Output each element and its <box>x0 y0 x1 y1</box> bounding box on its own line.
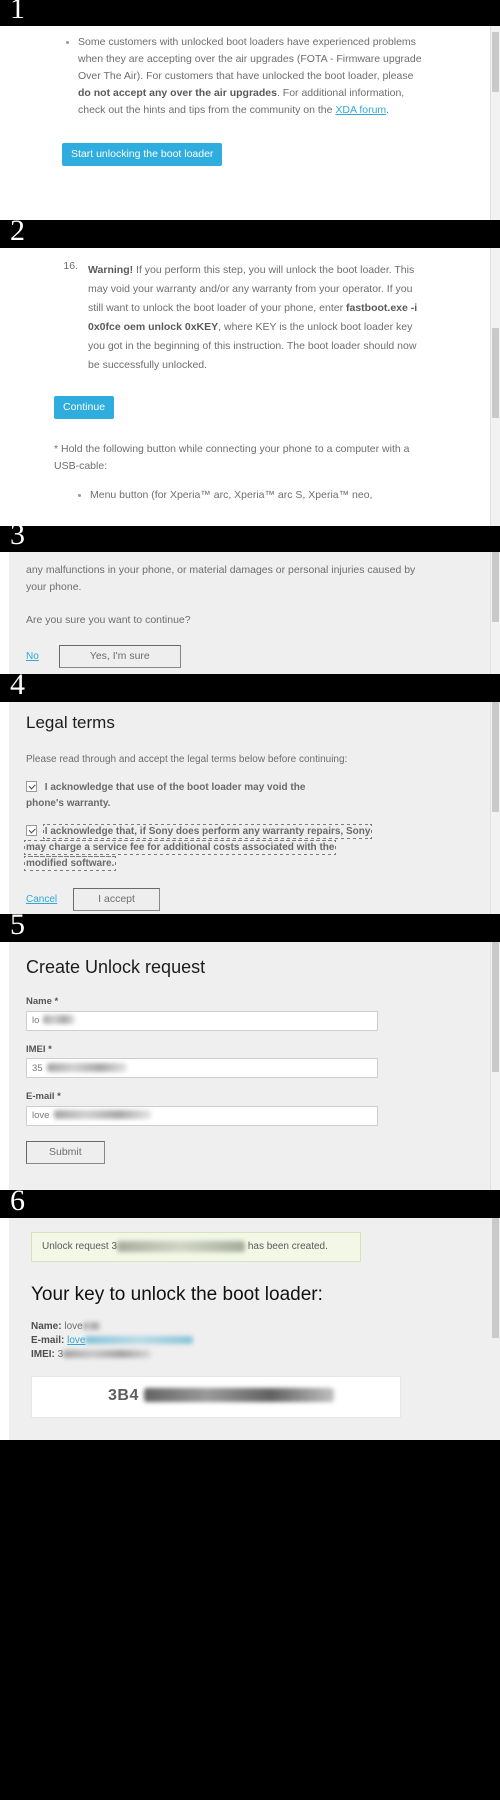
acknowledge-service-fee-checkbox[interactable] <box>26 825 37 836</box>
result-imei-redaction <box>63 1350 152 1359</box>
i-accept-button[interactable]: I accept <box>73 888 160 911</box>
confirm-paragraph-1: any malfunctions in your phone, or mater… <box>26 564 416 593</box>
unlock-key-title: Your key to unlock the boot loader: <box>31 1284 323 1305</box>
step-separator-5: 5 <box>0 910 500 942</box>
panel4-left-edge <box>0 702 9 914</box>
unlock-request-created-notice: Unlock request 3 has been created. <box>31 1232 361 1262</box>
fota-bold-warning: do not accept any over the air upgrades <box>78 87 277 99</box>
submit-button[interactable]: Submit <box>26 1140 105 1164</box>
email-redaction <box>54 1110 151 1119</box>
result-row-imei: IMEI: 3 <box>31 1348 431 1362</box>
usb-footnote: * Hold the following button while connec… <box>54 443 410 472</box>
fota-bullet-list: Some customers with unlocked boot loader… <box>62 34 428 119</box>
panel1-scroll-thumb[interactable] <box>492 32 499 92</box>
unlock-key-value: 3B4 <box>108 1387 139 1404</box>
step-16-number: 16. <box>63 260 78 272</box>
hold-button-list: Menu button (for Xperia™ arc, Xperia™ ar… <box>54 487 426 504</box>
panel5-scrollbar[interactable] <box>490 942 500 1190</box>
panel1-left-edge <box>0 26 9 220</box>
step-16-text: Warning! If you perform this step, you w… <box>88 264 417 371</box>
unlock-key-redaction <box>144 1388 334 1402</box>
name-field-label: Name * <box>26 996 59 1007</box>
step-separator-3: 3 <box>0 520 500 552</box>
legal-term-1-label: I acknowledge that use of the boot loade… <box>26 782 306 809</box>
panel6-left-edge <box>0 1218 9 1440</box>
start-unlocking-button[interactable]: Start unlocking the boot loader <box>62 143 223 166</box>
panel1-scrollbar[interactable] <box>490 26 500 220</box>
result-name-redaction <box>82 1322 101 1331</box>
legal-term-2-label: I acknowledge that, if Sony does perform… <box>23 824 373 871</box>
fota-text-part3: . <box>386 104 390 116</box>
panel5-left-edge <box>0 942 9 1190</box>
step-number-5: 5 <box>10 908 25 941</box>
fota-text-part1: Some customers with unlocked boot loader… <box>78 36 422 82</box>
panel2-scroll-thumb[interactable] <box>492 328 499 418</box>
result-name-value: love <box>64 1321 83 1332</box>
step-number-2: 2 <box>10 214 25 247</box>
name-redaction <box>43 1015 75 1024</box>
unlock-key-box[interactable]: 3B4 <box>31 1376 401 1418</box>
imei-redaction <box>47 1062 127 1072</box>
panel4-scrollbar[interactable] <box>490 702 500 914</box>
continue-button[interactable]: Continue <box>54 396 115 419</box>
panel-6-unlock-key-result: Unlock request 3 has been created. Your … <box>0 1218 500 1440</box>
name-input[interactable] <box>26 1010 378 1031</box>
panel-4-legal-terms: Legal terms Please read through and acce… <box>0 702 500 914</box>
step-separator-6: 6 <box>0 1186 500 1218</box>
legal-term-row-1: I acknowledge that use of the boot loade… <box>26 780 326 812</box>
legal-terms-title: Legal terms <box>26 713 115 732</box>
panel-3-confirm-dialog: any malfunctions in your phone, or mater… <box>0 552 500 674</box>
instruction-step-list: 16. Warning! If you perform this step, y… <box>54 260 426 374</box>
yes-im-sure-button[interactable]: Yes, I'm sure <box>58 645 181 668</box>
step-number-6: 6 <box>10 1184 25 1217</box>
panel3-scrollbar[interactable] <box>490 552 500 674</box>
step-number-3: 3 <box>10 518 25 551</box>
notice-prefix: Unlock request 3 <box>42 1241 118 1252</box>
acknowledge-warranty-checkbox[interactable] <box>26 781 37 792</box>
list-item: Some customers with unlocked boot loader… <box>62 34 428 119</box>
list-item: Menu button (for Xperia™ arc, Xperia™ ar… <box>74 487 426 504</box>
notice-suffix: has been created. <box>245 1241 328 1252</box>
list-item: 16. Warning! If you perform this step, y… <box>54 260 426 374</box>
panel4-scroll-thumb[interactable] <box>492 702 499 812</box>
panel2-left-edge <box>0 248 9 526</box>
result-row-name: Name: love <box>31 1320 431 1334</box>
result-name-label: Name: <box>31 1321 62 1332</box>
panel-1-warning-bullets: Some customers with unlocked boot loader… <box>0 26 500 220</box>
create-unlock-request-title: Create Unlock request <box>26 957 206 977</box>
panel3-left-edge <box>0 552 9 674</box>
result-imei-label: IMEI: <box>31 1349 55 1360</box>
panel-5-create-unlock-request: Create Unlock request Name * IMEI * E-ma… <box>0 942 500 1190</box>
panel6-scroll-thumb[interactable] <box>492 1218 499 1338</box>
panel2-scrollbar[interactable] <box>490 248 500 526</box>
panel5-scroll-thumb[interactable] <box>492 942 499 1072</box>
xda-forum-link[interactable]: XDA forum <box>335 104 386 116</box>
legal-terms-intro: Please read through and accept the legal… <box>26 754 348 765</box>
result-email-label: E-mail: <box>31 1335 65 1346</box>
imei-field-label: IMEI * <box>26 1043 52 1055</box>
result-email-redaction <box>85 1336 194 1345</box>
bottom-black-area <box>0 1440 500 1800</box>
step-separator-4: 4 <box>0 670 500 702</box>
panel-2-final-warning: 16. Warning! If you perform this step, y… <box>0 248 500 526</box>
result-row-email: E-mail: love <box>31 1334 431 1348</box>
screenshot-stage: 1 Some customers with unlocked boot load… <box>0 0 500 1800</box>
no-link[interactable]: No <box>26 651 39 662</box>
cancel-link[interactable]: Cancel <box>26 894 57 905</box>
step-number-1: 1 <box>10 0 25 25</box>
notice-request-id-redaction <box>117 1240 246 1252</box>
step-number-4: 4 <box>10 668 25 701</box>
step-separator-1: 1 <box>0 0 500 26</box>
step-separator-2: 2 <box>0 216 500 248</box>
email-field-label: E-mail * <box>26 1091 61 1102</box>
panel6-scrollbar[interactable] <box>491 1218 500 1440</box>
legal-term-row-2: I acknowledge that, if Sony does perform… <box>23 824 378 872</box>
result-email-link[interactable]: love <box>67 1335 85 1346</box>
warning-label: Warning! <box>88 264 134 276</box>
confirm-paragraph-2: Are you sure you want to continue? <box>26 614 191 626</box>
panel3-scroll-thumb[interactable] <box>492 552 499 622</box>
